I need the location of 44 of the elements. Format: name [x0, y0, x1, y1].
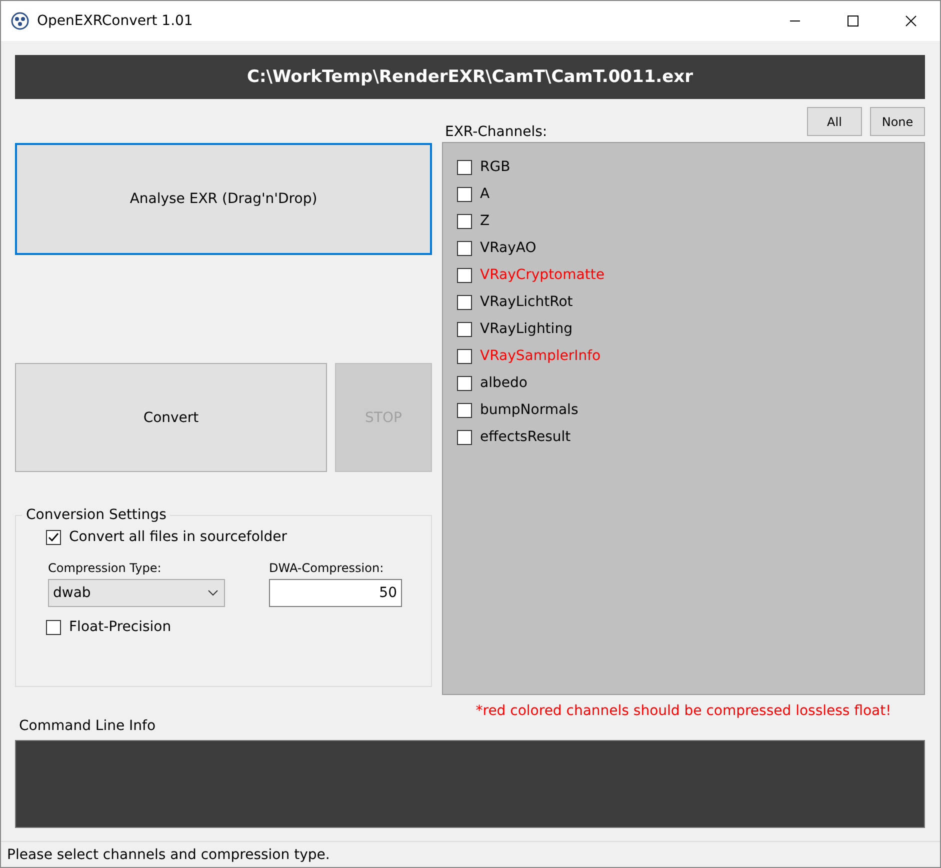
- select-button[interactable]: All: [807, 107, 862, 136]
- checkbox-label: Float-Precision: [69, 619, 172, 635]
- channel-label: bumpNormals: [480, 402, 578, 418]
- checkbox[interactable]: [46, 620, 61, 634]
- channel-label: VRayLichtRot: [480, 294, 573, 310]
- group-title: Conversion Settings: [25, 507, 168, 523]
- checkbox[interactable]: [457, 160, 472, 174]
- select-button[interactable]: None: [870, 107, 925, 136]
- checkbox[interactable]: [46, 530, 61, 544]
- channel-label: Z: [480, 213, 490, 229]
- convert-button[interactable]: Convert: [15, 363, 327, 472]
- chevron-icon: [208, 590, 218, 596]
- channel-label: VRayLighting: [480, 321, 572, 337]
- channel-label: VRaySamplerInfo: [480, 348, 601, 364]
- note-text: *red colored channels should be compressed lossless float!: [476, 703, 892, 719]
- field-label: Compression Type:: [48, 561, 162, 575]
- checkbox[interactable]: [457, 376, 472, 390]
- file-path-bar: C:\WorkTemp\RenderEXR\CamT\CamT.0011.exr: [15, 55, 925, 99]
- channel-label: A: [480, 186, 490, 202]
- checkbox[interactable]: [457, 348, 472, 364]
- close-icon: [905, 15, 917, 27]
- checkbox[interactable]: [457, 402, 472, 418]
- checkbox[interactable]: [457, 294, 472, 310]
- checkbox[interactable]: [457, 240, 472, 256]
- maximize-icon: [847, 15, 859, 27]
- channel-label: albedo: [480, 375, 528, 391]
- app-icon: [11, 12, 29, 30]
- compression-dropdown[interactable]: dwab: [48, 579, 225, 607]
- channel-label: VRayAO: [480, 240, 536, 256]
- checkbox[interactable]: [457, 186, 472, 202]
- checkbox[interactable]: [457, 430, 472, 444]
- checkbox[interactable]: [457, 214, 472, 228]
- channels-label: EXR-Channels:: [444, 124, 548, 142]
- channel-label: effectsResult: [480, 429, 571, 445]
- checkbox[interactable]: [457, 322, 472, 336]
- checkbox[interactable]: [457, 268, 472, 282]
- analyse-button[interactable]: Analyse EXR (Drag'n'Drop): [15, 143, 432, 255]
- command-line-label: Command Line Info: [19, 718, 157, 734]
- channel-label: VRayCryptomatte: [480, 267, 604, 283]
- window-title: OpenEXRConvert 1.01: [37, 13, 194, 29]
- input-field[interactable]: 50: [269, 579, 402, 607]
- checkbox-label: Convert all files in sourcefolder: [69, 529, 288, 545]
- field-label: DWA-Compression:: [269, 561, 385, 575]
- channel-label: RGB: [480, 159, 510, 175]
